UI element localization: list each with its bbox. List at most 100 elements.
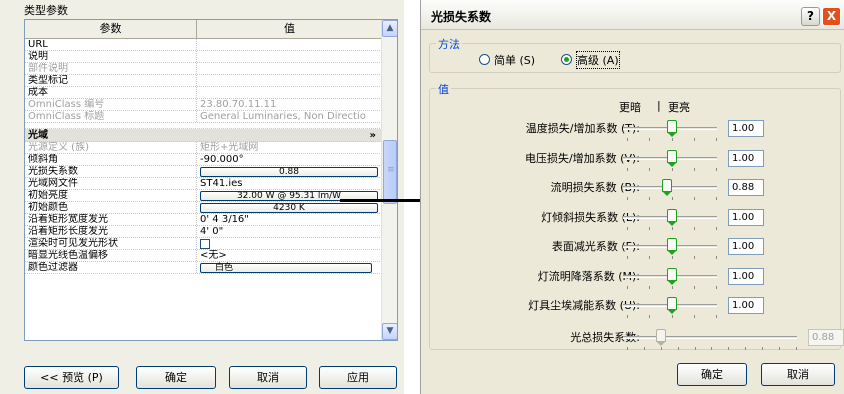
slider-thumb[interactable] — [661, 179, 672, 196]
slider-thumb[interactable] — [667, 267, 677, 285]
table-row[interactable]: 光域网文件 ST41.ies — [25, 178, 382, 190]
slider-value-field[interactable]: 0.88 — [728, 179, 764, 196]
param-value[interactable] — [197, 238, 382, 249]
param-column-header[interactable]: 参数 — [25, 20, 197, 38]
param-name: URL — [25, 39, 197, 50]
param-name: 部件说明 — [25, 63, 197, 74]
slider-ticks — [627, 315, 717, 318]
table-row[interactable]: 渲染时可见发光形状 — [25, 238, 382, 250]
slider-thumb[interactable] — [667, 149, 677, 167]
dialog-title: 光损失系数 — [431, 10, 492, 24]
param-value[interactable]: General Luminaries, Non Directio — [197, 111, 382, 122]
param-name: 渲染时可见发光形状 — [25, 238, 197, 249]
table-row[interactable]: 成本 — [25, 87, 382, 99]
table-row[interactable]: 沿着矩形宽度发光 0' 4 3/16" — [25, 214, 382, 226]
param-value[interactable] — [197, 63, 382, 74]
slider-ticks — [627, 167, 717, 171]
slider-track[interactable] — [623, 335, 797, 339]
render-shape-checkbox[interactable] — [200, 239, 210, 249]
values-group: 值 更暗 | 更亮 温度损失/增加系数 (T): 1.00 电压损失/增加系数 (V… — [429, 81, 844, 350]
param-value[interactable]: 矩形+光域网 — [197, 142, 382, 153]
collapse-chevron-icon[interactable]: » — [370, 129, 376, 141]
slider-ticks — [627, 197, 717, 200]
help-icon[interactable]: ? — [801, 7, 820, 26]
slider-ticks — [627, 346, 797, 350]
scroll-thumb[interactable] — [383, 140, 397, 204]
type-params-title: 类型参数 — [24, 4, 68, 17]
table-row[interactable]: 部件说明 — [25, 63, 382, 75]
value-column-header[interactable]: 值 — [197, 20, 382, 38]
slider-value-field[interactable]: 1.00 — [728, 149, 764, 167]
param-value[interactable]: -90.000° — [197, 154, 382, 165]
cancel-button[interactable]: 取消 — [229, 366, 307, 389]
param-name: 暗显光线色温偏移 — [25, 250, 197, 261]
slider-thumb — [656, 328, 666, 346]
param-value[interactable] — [197, 75, 382, 86]
slider-thumb[interactable] — [667, 208, 677, 226]
slider-thumb[interactable] — [667, 297, 677, 314]
total-value-field: 0.88 — [808, 328, 844, 346]
slider-ticks — [627, 138, 717, 141]
param-value[interactable] — [197, 39, 382, 50]
ok-button[interactable]: 确定 — [136, 366, 216, 389]
radio-advanced[interactable] — [561, 54, 572, 65]
param-value[interactable]: 0.88 — [197, 166, 382, 177]
slider-thumb[interactable] — [667, 238, 677, 255]
radio-simple-label[interactable]: 简单 (S) — [494, 52, 535, 68]
param-name: 沿着矩形宽度发光 — [25, 214, 197, 225]
param-value[interactable]: ST41.ies — [197, 178, 382, 189]
table-row[interactable]: 说明 — [25, 51, 382, 63]
group-header-light[interactable]: 光域 » — [25, 129, 382, 142]
param-value[interactable]: 4' 0" — [197, 226, 382, 237]
param-value[interactable] — [197, 87, 382, 98]
table-row[interactable]: OmniClass 标题 General Luminaries, Non Dire… — [25, 111, 382, 123]
slider-value-field[interactable]: 1.00 — [728, 267, 764, 285]
param-value[interactable]: <无> — [197, 250, 382, 261]
slider-thumb[interactable] — [667, 120, 677, 137]
table-row[interactable]: 初始颜色 4230 K — [25, 202, 382, 214]
dialog-titlebar[interactable]: 光损失系数 ? X — [421, 0, 844, 30]
param-value[interactable]: 4230 K — [197, 202, 382, 213]
dialog-cancel-button[interactable]: 取消 — [761, 363, 835, 386]
table-row[interactable]: OmniClass 编号 23.80.70.11.11 — [25, 99, 382, 111]
slider-value-field[interactable]: 1.00 — [728, 297, 764, 314]
table-row[interactable]: 初始亮度 32.00 W @ 95.31 lm/W — [25, 190, 382, 202]
param-name: OmniClass 标题 — [25, 111, 197, 122]
table-row[interactable]: 倾斜角 -90.000° — [25, 154, 382, 166]
table-row[interactable]: URL — [25, 39, 382, 51]
table-row[interactable]: 类型标记 — [25, 75, 382, 87]
slider-value-field[interactable]: 1.00 — [728, 238, 764, 255]
radio-advanced-label[interactable]: 高级 (A) — [576, 51, 620, 69]
slider-ticks — [627, 256, 717, 259]
param-value[interactable]: 23.80.70.11.11 — [197, 99, 382, 110]
table-row[interactable]: 光损失系数 0.88 — [25, 166, 382, 178]
slider-value-field[interactable]: 1.00 — [728, 208, 764, 226]
param-value[interactable] — [197, 51, 382, 62]
table-row[interactable]: 颜色过滤器 白色 — [25, 262, 382, 274]
dialog-ok-button[interactable]: 确定 — [677, 363, 747, 386]
scroll-down-icon[interactable]: ▼ — [382, 323, 397, 340]
grid-rows: URL 说明 部件说明 类型标记 成本 OmniClass 编号 23.80.70.11.1… — [25, 39, 382, 274]
param-value[interactable]: 0' 4 3/16" — [197, 214, 382, 225]
value-edit-button[interactable]: 0.88 — [200, 167, 378, 177]
grid-scrollbar[interactable]: ▲ ▼ — [381, 20, 397, 340]
slider-ticks — [627, 285, 717, 289]
value-edit-button[interactable]: 4230 K — [200, 203, 378, 213]
table-row[interactable]: 沿着矩形长度发光 4' 0" — [25, 226, 382, 238]
param-value[interactable]: 白色 — [197, 262, 382, 273]
table-row[interactable]: 暗显光线色温偏移 <无> — [25, 250, 382, 262]
param-name: 倾斜角 — [25, 154, 197, 165]
dim-label: 更暗 — [619, 101, 641, 114]
apply-button[interactable]: 应用 — [319, 366, 397, 389]
values-legend: 值 — [436, 81, 451, 97]
method-legend: 方法 — [436, 36, 462, 52]
scroll-up-icon[interactable]: ▲ — [382, 20, 397, 37]
radio-simple[interactable] — [479, 54, 490, 65]
color-filter-button[interactable]: 白色 — [200, 263, 372, 273]
table-row[interactable]: 光源定义 (族) 矩形+光域网 — [25, 142, 382, 154]
param-name: 初始亮度 — [25, 190, 197, 201]
close-icon[interactable]: X — [822, 7, 841, 26]
preview-button[interactable]: << 预览 (P) — [24, 366, 119, 389]
param-name: 沿着矩形长度发光 — [25, 226, 197, 237]
slider-value-field[interactable]: 1.00 — [728, 120, 764, 137]
